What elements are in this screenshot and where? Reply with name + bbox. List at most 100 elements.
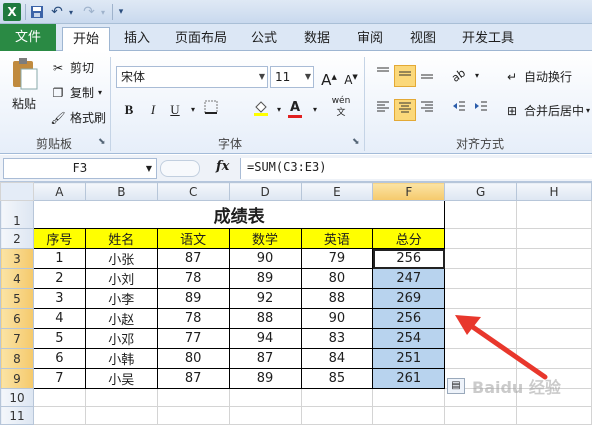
wrap-text-button[interactable]: ↵ 自动换行 xyxy=(504,68,572,85)
cell[interactable]: 6 xyxy=(32,348,86,369)
tab-review[interactable]: 审阅 xyxy=(349,27,391,51)
selected-cell[interactable]: 247 xyxy=(372,268,446,289)
cell[interactable] xyxy=(372,388,446,407)
cell[interactable]: 83 xyxy=(300,328,374,349)
column-header[interactable]: H xyxy=(516,182,592,201)
row-header-selected[interactable]: 4 xyxy=(0,268,34,289)
font-color-button[interactable]: A xyxy=(284,97,306,119)
cell[interactable] xyxy=(32,388,86,407)
cell[interactable]: 小刘 xyxy=(84,268,158,289)
phonetic-button[interactable]: wén 文 xyxy=(326,95,356,118)
column-header[interactable]: D xyxy=(228,182,302,201)
cell[interactable]: 80 xyxy=(300,268,374,289)
header-cell[interactable]: 语文 xyxy=(156,228,230,249)
cell[interactable] xyxy=(156,388,230,407)
column-header[interactable]: E xyxy=(300,182,374,201)
cell[interactable]: 89 xyxy=(228,268,302,289)
cell[interactable]: 90 xyxy=(300,308,374,329)
header-cell[interactable]: 姓名 xyxy=(84,228,158,249)
font-color-dropdown-icon[interactable]: ▾ xyxy=(304,99,326,121)
redo-dropdown-icon[interactable]: ▾ xyxy=(98,3,108,21)
cut-button[interactable]: ✂ 剪切 xyxy=(50,59,94,76)
align-top-button[interactable] xyxy=(372,65,394,87)
cell[interactable]: 小张 xyxy=(84,248,158,269)
tab-formulas[interactable]: 公式 xyxy=(245,27,283,51)
name-box[interactable]: F3 ▼ xyxy=(3,158,157,179)
cell[interactable] xyxy=(300,406,374,425)
header-cell[interactable]: 序号 xyxy=(32,228,86,249)
header-cell[interactable]: 总分 xyxy=(372,228,446,249)
align-bottom-button[interactable] xyxy=(416,65,438,87)
column-header[interactable]: G xyxy=(444,182,518,201)
paste-button[interactable]: 粘贴 xyxy=(6,57,42,129)
cell[interactable]: 87 xyxy=(156,368,230,389)
cell[interactable]: 94 xyxy=(228,328,302,349)
cell[interactable]: 87 xyxy=(228,348,302,369)
row-header[interactable]: 1 xyxy=(0,200,34,229)
copy-button[interactable]: ❐ 复制 ▾ xyxy=(50,84,102,101)
selected-cell[interactable]: 261 xyxy=(372,368,446,389)
tab-page-layout[interactable]: 页面布局 xyxy=(168,27,234,51)
cell[interactable]: 90 xyxy=(228,248,302,269)
cell[interactable]: 87 xyxy=(156,248,230,269)
align-middle-button[interactable] xyxy=(394,65,416,87)
align-left-button[interactable] xyxy=(372,99,394,121)
clipboard-launcher-icon[interactable]: ⬊ xyxy=(98,137,106,147)
orientation-dropdown-icon[interactable]: ▾ xyxy=(466,65,488,87)
row-header-selected[interactable]: 9 xyxy=(0,368,34,389)
cell[interactable]: 88 xyxy=(300,288,374,309)
header-cell[interactable]: 英语 xyxy=(300,228,374,249)
row-header[interactable]: 10 xyxy=(0,388,34,407)
cell[interactable]: 85 xyxy=(300,368,374,389)
column-header-selected[interactable]: F xyxy=(372,182,446,201)
cell[interactable]: 小赵 xyxy=(84,308,158,329)
cell[interactable] xyxy=(516,406,592,425)
font-size-combo[interactable]: 11 ▼ xyxy=(270,66,314,88)
cell[interactable]: 79 xyxy=(300,248,374,269)
cell[interactable] xyxy=(84,388,158,407)
row-header-selected[interactable]: 6 xyxy=(0,308,34,329)
cell[interactable] xyxy=(372,406,446,425)
cell[interactable]: 88 xyxy=(228,308,302,329)
selected-cell[interactable]: 254 xyxy=(372,328,446,349)
cell[interactable]: 1 xyxy=(32,248,86,269)
increase-indent-button[interactable] xyxy=(470,99,492,121)
copy-dropdown-icon[interactable]: ▾ xyxy=(98,88,102,97)
row-header-selected[interactable]: 3 xyxy=(0,248,34,269)
cell[interactable]: 小李 xyxy=(84,288,158,309)
italic-button[interactable]: I xyxy=(142,99,164,121)
cell[interactable]: 4 xyxy=(32,308,86,329)
column-header[interactable]: B xyxy=(84,182,158,201)
bold-button[interactable]: B xyxy=(118,99,140,121)
customize-toolbar-icon[interactable]: ▾ xyxy=(115,3,127,21)
cell[interactable] xyxy=(444,228,518,249)
row-header[interactable]: 2 xyxy=(0,228,34,249)
sheet-title-cell[interactable]: 成绩表 xyxy=(32,200,446,229)
cell[interactable] xyxy=(228,406,302,425)
column-header[interactable]: A xyxy=(32,182,86,201)
decrease-indent-button[interactable] xyxy=(448,99,470,121)
cell[interactable] xyxy=(32,406,86,425)
cell[interactable]: 84 xyxy=(300,348,374,369)
tab-developer[interactable]: 开发工具 xyxy=(455,27,521,51)
merge-dropdown-icon[interactable]: ▾ xyxy=(586,106,590,115)
tab-insert[interactable]: 插入 xyxy=(116,27,158,51)
cell[interactable]: 89 xyxy=(156,288,230,309)
borders-button[interactable] xyxy=(200,99,222,121)
grow-font-button[interactable]: A▲ xyxy=(318,66,340,89)
column-header[interactable]: C xyxy=(156,182,230,201)
cell[interactable]: 2 xyxy=(32,268,86,289)
cell[interactable] xyxy=(516,268,592,289)
cell[interactable] xyxy=(444,248,518,269)
align-right-button[interactable] xyxy=(416,99,438,121)
cell[interactable]: 89 xyxy=(228,368,302,389)
format-painter-button[interactable]: 🖌 格式刷 xyxy=(50,109,106,126)
cell[interactable]: 77 xyxy=(156,328,230,349)
shrink-font-button[interactable]: A▼ xyxy=(340,66,362,88)
cell[interactable] xyxy=(156,406,230,425)
insert-function-icon[interactable]: fx xyxy=(216,159,229,174)
font-launcher-icon[interactable]: ⬊ xyxy=(352,137,360,147)
cell[interactable]: 80 xyxy=(156,348,230,369)
select-all-corner[interactable] xyxy=(0,182,34,201)
cell[interactable]: 小邓 xyxy=(84,328,158,349)
